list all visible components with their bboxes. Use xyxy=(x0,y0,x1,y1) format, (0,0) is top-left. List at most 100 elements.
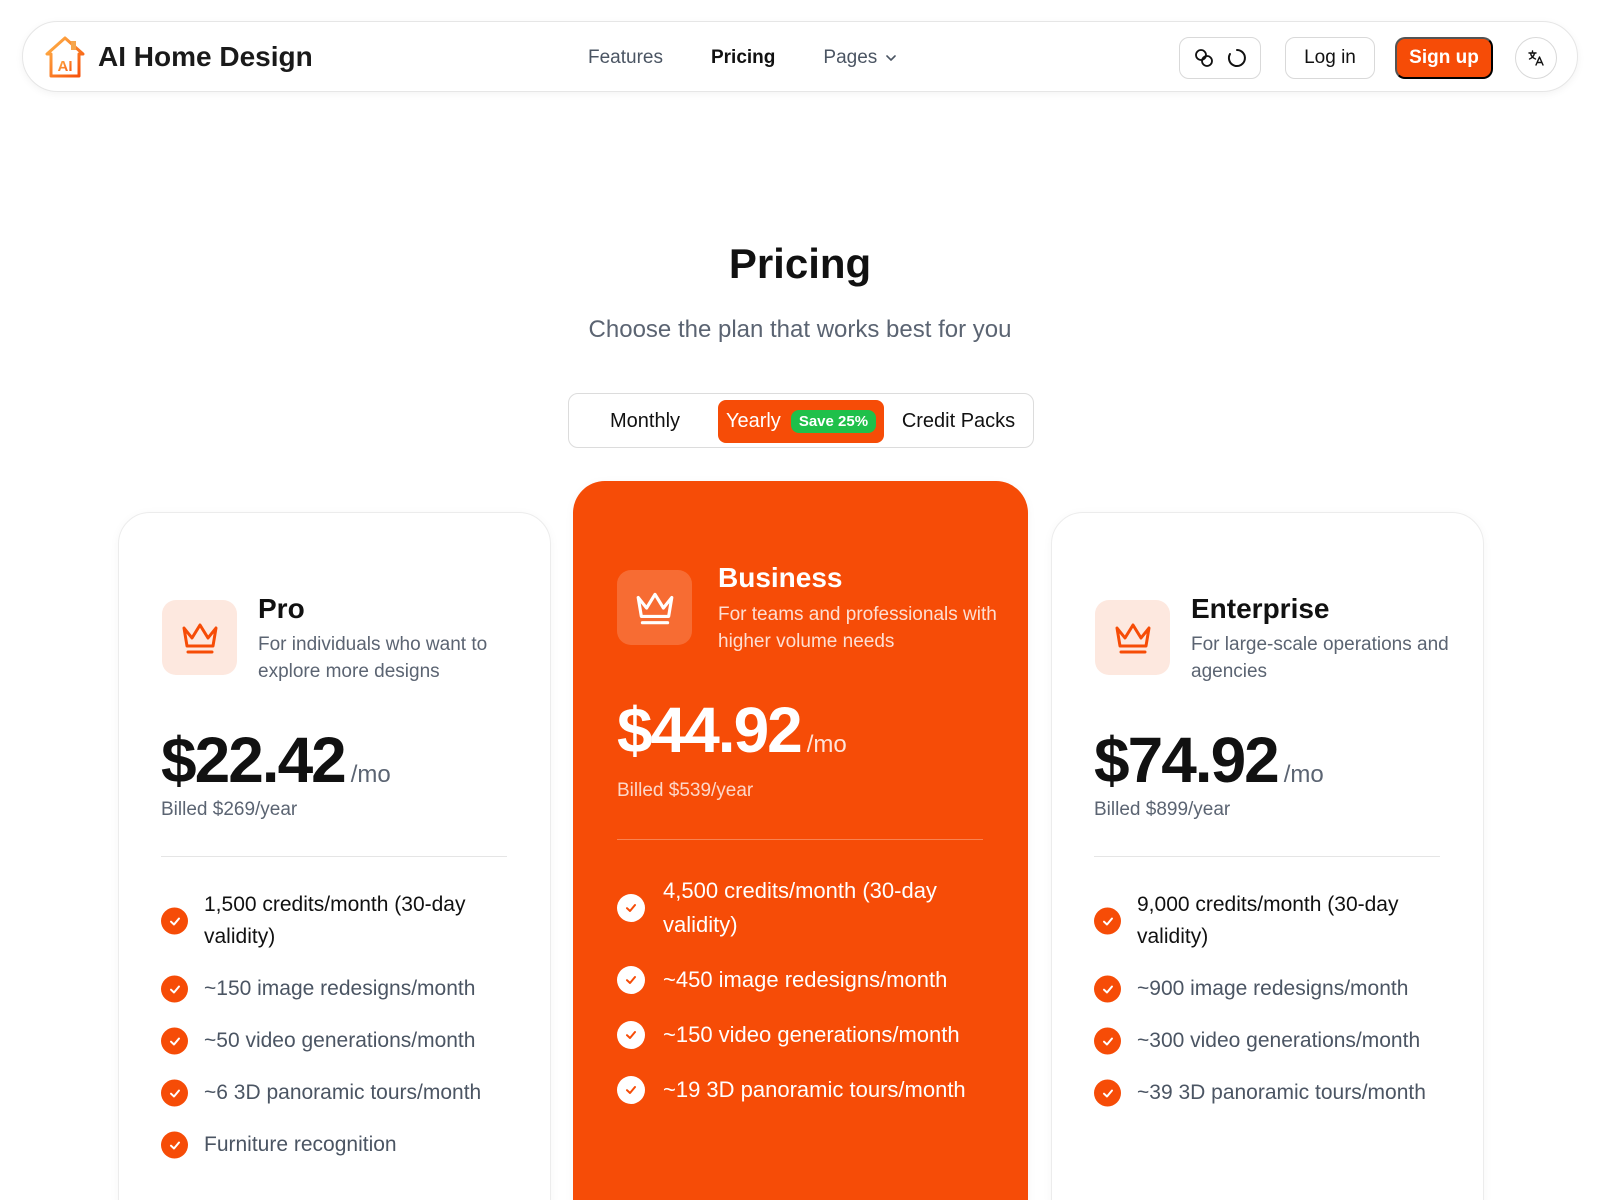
feature-text: 9,000 credits/month (30-day validity) xyxy=(1137,893,1399,948)
check-circle-icon xyxy=(617,966,645,994)
feature-item: ~150 image redesigns/month xyxy=(161,973,521,1005)
plan-icon-box xyxy=(1095,600,1170,675)
link-icon xyxy=(1195,49,1213,67)
feature-item: ~39 3D panoramic tours/month xyxy=(1094,1077,1454,1109)
billing-period-toggle: Monthly Yearly Save 25% Credit Packs xyxy=(568,393,1034,448)
feature-text: ~450 image redesigns/month xyxy=(663,967,948,992)
page-title: Pricing xyxy=(728,240,872,287)
check-circle-icon xyxy=(1094,1027,1121,1055)
price-period: /mo xyxy=(1283,761,1324,788)
check-circle-icon xyxy=(161,907,188,935)
chevron-down-icon xyxy=(886,54,897,61)
language-button[interactable] xyxy=(1515,37,1557,79)
feature-item: ~450 image redesigns/month xyxy=(617,963,987,997)
svg-text:AI: AI xyxy=(58,58,73,75)
price-period: /mo xyxy=(350,761,391,788)
check-circle-icon xyxy=(1094,907,1121,935)
feature-text: ~150 image redesigns/month xyxy=(204,977,476,1000)
feature-text: ~300 video generations/month xyxy=(1137,1029,1421,1052)
price-period: /mo xyxy=(806,731,847,758)
connect-status-button[interactable] xyxy=(1179,37,1261,79)
toggle-credit-packs[interactable]: Credit Packs xyxy=(891,400,1026,443)
feature-text: ~50 video generations/month xyxy=(204,1029,476,1052)
plan-icon-box xyxy=(162,600,237,675)
login-button[interactable]: Log in xyxy=(1285,37,1375,79)
plan-card-business: Business For teams and professionals wit… xyxy=(573,481,1028,1200)
check-circle-icon xyxy=(617,894,645,922)
divider xyxy=(617,839,983,840)
plan-description: For teams and professionals with higher … xyxy=(718,604,997,652)
plan-card-enterprise: Enterprise For large-scale operations an… xyxy=(1051,512,1484,1200)
feature-item: ~50 video generations/month xyxy=(161,1025,521,1057)
main-nav: Features Pricing Pages xyxy=(588,22,945,93)
divider xyxy=(161,856,507,857)
house-ai-logo-icon: AI xyxy=(45,36,85,78)
plan-name: Enterprise xyxy=(1191,593,1330,624)
loading-spinner-icon xyxy=(1227,49,1246,67)
nav-link-label: Pricing xyxy=(710,46,776,68)
plan-price: $74.92 xyxy=(1094,724,1280,796)
feature-list: 1,500 credits/month (30-day validity) ~1… xyxy=(161,889,521,1181)
feature-item: 4,500 credits/month (30-day validity) xyxy=(617,874,987,942)
pricing-page: AI AI Home Design Features Pricing Pages… xyxy=(0,0,1600,1200)
nav-link-pages[interactable]: Pages xyxy=(823,47,897,69)
toggle-label: Credit Packs xyxy=(901,410,1016,432)
feature-text: 4,500 credits/month (30-day validity) xyxy=(663,878,937,937)
price-row: $74.92 /mo xyxy=(1094,723,1324,797)
feature-text: ~19 3D panoramic tours/month xyxy=(663,1077,966,1102)
feature-text: Furniture recognition xyxy=(204,1133,397,1156)
brand[interactable]: AI AI Home Design xyxy=(44,35,313,79)
brand-name: AI Home Design xyxy=(98,41,313,72)
toggle-yearly[interactable]: Yearly Save 25% xyxy=(718,400,884,443)
billed-amount: Billed $269/year xyxy=(161,799,298,820)
feature-item: ~900 image redesigns/month xyxy=(1094,973,1454,1005)
check-circle-icon xyxy=(161,1079,188,1107)
feature-list: 9,000 credits/month (30-day validity) ~9… xyxy=(1094,889,1454,1129)
feature-item: 9,000 credits/month (30-day validity) xyxy=(1094,889,1454,953)
signup-button[interactable]: Sign up xyxy=(1395,37,1493,79)
check-circle-icon xyxy=(161,1131,188,1159)
billed-amount: Billed $899/year xyxy=(1094,799,1231,820)
top-navbar: AI AI Home Design Features Pricing Pages… xyxy=(22,21,1578,92)
nav-link-pricing[interactable]: Pricing xyxy=(711,47,775,69)
plan-description: For large-scale operations and agencies xyxy=(1191,634,1449,682)
feature-item: ~300 video generations/month xyxy=(1094,1025,1454,1057)
feature-item: 1,500 credits/month (30-day validity) xyxy=(161,889,521,953)
page-subtitle: Choose the plan that works best for you xyxy=(588,316,1012,343)
feature-text: ~900 image redesigns/month xyxy=(1137,977,1409,1000)
check-circle-icon xyxy=(161,975,188,1003)
feature-list: 4,500 credits/month (30-day validity) ~4… xyxy=(617,874,987,1128)
plan-name: Business xyxy=(718,562,843,593)
plan-name: Pro xyxy=(258,593,305,624)
plan-icon-box xyxy=(617,570,692,645)
price-row: $44.92 /mo xyxy=(617,693,847,767)
check-circle-icon xyxy=(161,1027,188,1055)
feature-item: Furniture recognition xyxy=(161,1129,521,1161)
translate-icon xyxy=(1528,50,1544,66)
plan-description: For individuals who want to explore more… xyxy=(258,634,488,682)
plan-card-pro: Pro For individuals who want to explore … xyxy=(118,512,551,1200)
divider xyxy=(1094,856,1440,857)
feature-item: ~150 video generations/month xyxy=(617,1018,987,1052)
check-circle-icon xyxy=(1094,975,1121,1003)
nav-link-label: Pages xyxy=(823,46,878,68)
toggle-monthly[interactable]: Monthly xyxy=(579,400,711,443)
feature-item: ~6 3D panoramic tours/month xyxy=(161,1077,521,1109)
plan-price: $44.92 xyxy=(617,694,803,766)
check-circle-icon xyxy=(617,1021,645,1049)
billed-amount: Billed $539/year xyxy=(617,780,754,801)
toggle-label: Monthly xyxy=(609,410,681,432)
price-row: $22.42 /mo xyxy=(161,723,391,797)
feature-item: ~19 3D panoramic tours/month xyxy=(617,1073,987,1107)
save-badge: Save 25% xyxy=(790,410,877,433)
crown-icon xyxy=(1115,623,1150,653)
nav-link-label: Features xyxy=(588,46,663,68)
crown-icon xyxy=(636,592,673,624)
plan-price: $22.42 xyxy=(161,724,347,796)
feature-text: 1,500 credits/month (30-day validity) xyxy=(204,893,466,948)
nav-link-features[interactable]: Features xyxy=(588,47,663,69)
feature-text: ~39 3D panoramic tours/month xyxy=(1137,1081,1426,1104)
check-circle-icon xyxy=(617,1076,645,1104)
toggle-label: Yearly xyxy=(725,410,781,432)
feature-text: ~150 video generations/month xyxy=(663,1022,960,1047)
